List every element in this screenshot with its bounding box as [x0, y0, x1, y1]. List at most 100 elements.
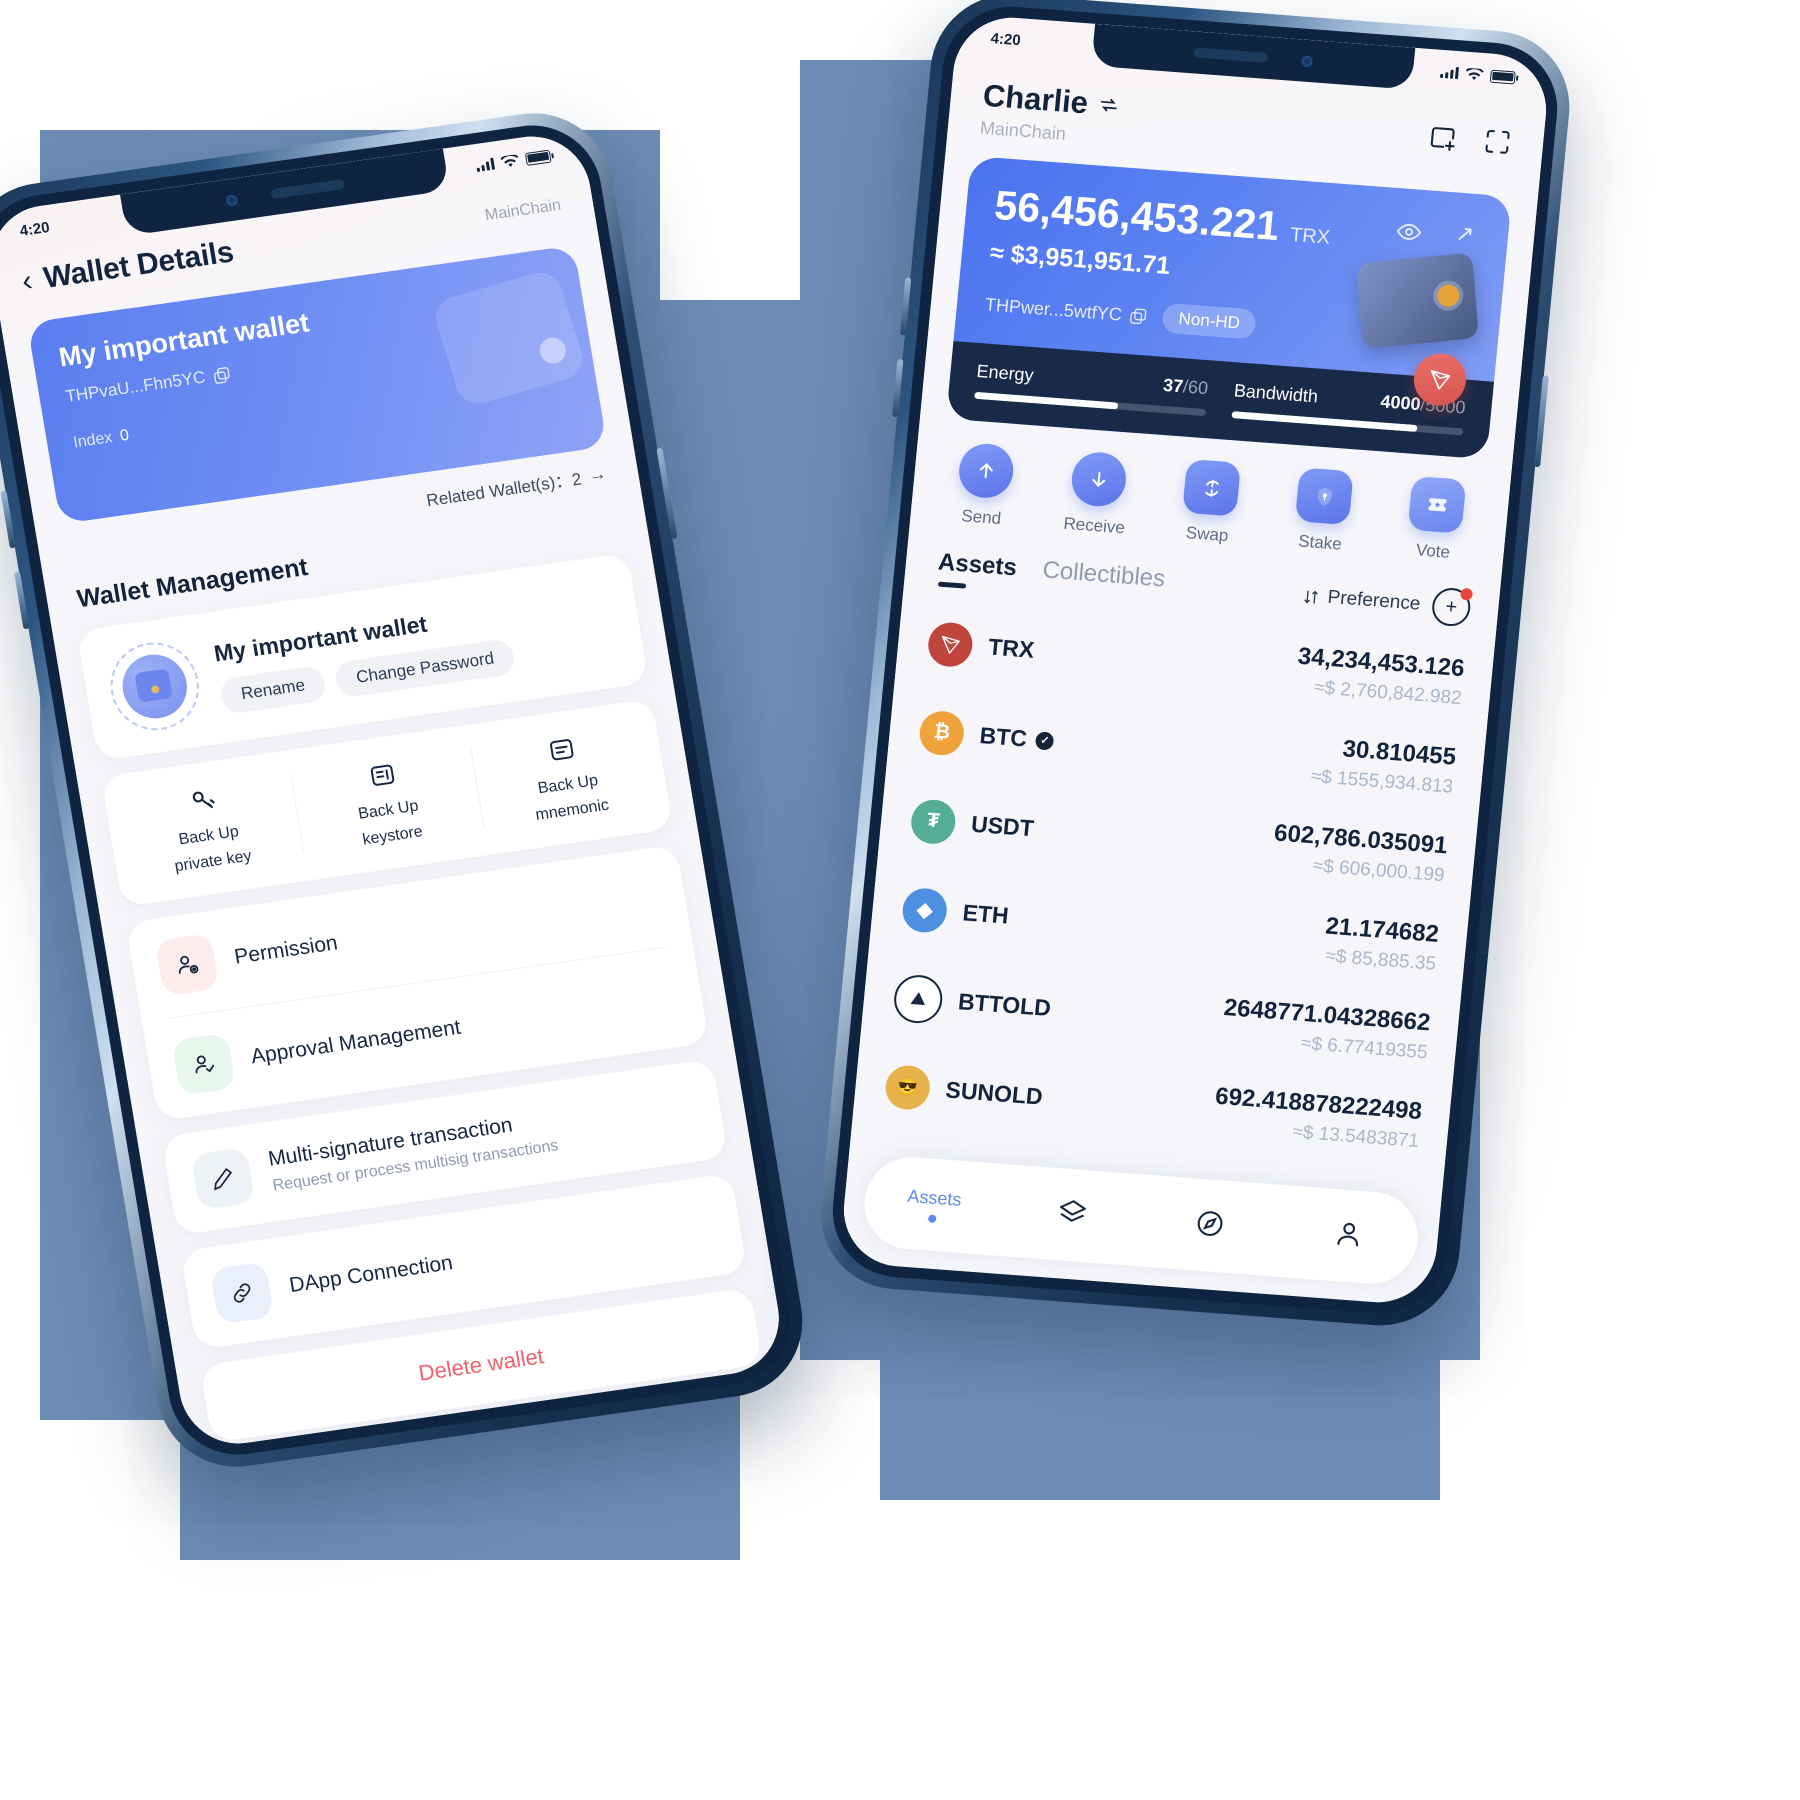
action-label-vote: Vote — [1415, 540, 1451, 562]
asset-usd: ≈$ 85,885.35 — [1324, 945, 1437, 975]
battery-icon — [1489, 69, 1516, 84]
backup-mnemonic-button[interactable]: Back Up mnemonic — [469, 717, 664, 833]
balance-unit: TRX — [1289, 224, 1332, 249]
action-label-receive: Receive — [1062, 513, 1126, 538]
arrow-up-icon — [956, 441, 1016, 500]
phone-right: 4:20 Charlie MainChain ↗ 56,456,453.221 … — [813, 0, 1577, 1332]
asset-symbol: SUNOLD — [944, 1076, 1044, 1110]
bandwidth-progress — [1231, 411, 1418, 433]
approval-icon — [171, 1032, 237, 1096]
status-time: 4:20 — [989, 29, 1022, 49]
bandwidth-value: 4000 — [1379, 391, 1422, 415]
asset-symbol: ETH — [961, 899, 1010, 929]
status-badge: Non-HD — [1161, 302, 1258, 340]
add-wallet-icon[interactable] — [1426, 121, 1460, 154]
left-volume-up[interactable] — [0, 490, 16, 549]
menu-label-permission: Permission — [232, 931, 340, 969]
tab-assets[interactable]: Assets — [936, 549, 1018, 595]
wallet-address-row[interactable]: THPwer...5wtfYC — [984, 294, 1148, 327]
backup-keystore-button[interactable]: Back Up keystore — [289, 743, 484, 859]
tron-logo-icon — [926, 620, 975, 668]
asset-amount: 21.174682 — [1324, 912, 1441, 948]
tabbar-item-assets[interactable]: Assets — [863, 1182, 1004, 1227]
cellular-signal-icon — [475, 157, 496, 173]
tabbar-item-layers[interactable] — [1001, 1192, 1143, 1239]
profile-icon — [1337, 1222, 1358, 1246]
preference-button[interactable]: Preference — [1302, 585, 1421, 616]
action-send[interactable]: Send — [924, 440, 1045, 532]
swap-icon — [1182, 458, 1242, 517]
rename-button[interactable]: Rename — [218, 664, 328, 715]
account-switcher[interactable]: Charlie — [981, 78, 1121, 124]
wallet-3d-illustration — [1356, 252, 1479, 350]
left-volume-down[interactable] — [13, 571, 30, 630]
menu-label-approval-management: Approval Management — [249, 1015, 463, 1069]
asset-usd: ≈$ 1555,934.813 — [1309, 766, 1455, 798]
layers-icon — [1059, 1199, 1086, 1222]
tabbar-item-explore[interactable] — [1139, 1202, 1281, 1249]
right-power[interactable] — [1534, 375, 1549, 468]
index-value: 0 — [118, 426, 131, 445]
arrow-right-icon: → — [587, 463, 608, 485]
action-stake[interactable]: Stake — [1263, 465, 1384, 557]
tabbar-label-assets: Assets — [906, 1185, 963, 1210]
cellular-signal-icon — [1439, 66, 1460, 80]
back-button[interactable]: ‹ — [19, 264, 34, 298]
action-receive[interactable]: Receive — [1037, 448, 1158, 540]
action-swap[interactable]: Swap — [1150, 457, 1271, 549]
energy-max: /60 — [1182, 376, 1210, 399]
backup-private-key-button[interactable]: Back Up private key — [110, 768, 305, 884]
shield-lock-icon — [1294, 467, 1355, 526]
asset-symbol: BTC — [978, 722, 1029, 752]
link-icon — [209, 1261, 275, 1325]
energy-value: 37 — [1162, 374, 1185, 397]
action-vote[interactable]: Vote — [1375, 474, 1496, 566]
copy-icon[interactable] — [1129, 307, 1148, 325]
status-time: 4:20 — [18, 218, 51, 240]
pencil-icon — [190, 1147, 256, 1211]
bandwidth-label: Bandwidth — [1233, 380, 1319, 407]
asset-list: TRX 34,234,453.126 ≈$ 2,760,842.982 ₿ BT… — [852, 586, 1497, 1172]
asset-symbol: USDT — [970, 810, 1035, 842]
explore-icon — [1197, 1210, 1223, 1236]
permission-icon — [154, 933, 220, 997]
copy-icon[interactable] — [212, 365, 232, 384]
avatar[interactable] — [103, 636, 206, 737]
balance-amount: 56,456,453.221 — [992, 181, 1282, 250]
tabbar-item-profile[interactable] — [1277, 1212, 1419, 1259]
chain-label: MainChain — [483, 196, 563, 225]
bittorrent-logo-icon: ⛰ — [892, 972, 945, 1025]
resource-energy: Energy 37/60 — [974, 360, 1210, 417]
battery-icon — [524, 149, 552, 166]
arrow-down-icon — [1069, 450, 1129, 509]
ethereum-logo-icon: ◆ — [900, 886, 949, 934]
energy-label: Energy — [975, 360, 1035, 386]
sun-logo-icon: 😎 — [883, 1063, 932, 1111]
arrow-up-right-icon[interactable]: ↗ — [1454, 220, 1475, 247]
scan-qr-icon[interactable] — [1481, 125, 1515, 158]
wallet-address: THPwer...5wtfYC — [984, 293, 1123, 325]
wallet-address: THPvaU...Fhn5YC — [64, 367, 207, 407]
action-label-stake: Stake — [1297, 531, 1343, 554]
account-name: Charlie — [981, 77, 1090, 121]
balance-card: ↗ 56,456,453.221 TRX ≈ $3,951,951.71 THP… — [945, 155, 1512, 460]
tether-logo-icon: ₮ — [909, 797, 958, 845]
switch-account-icon[interactable] — [1097, 93, 1121, 117]
active-dot — [928, 1213, 937, 1223]
add-token-icon[interactable]: + — [1430, 586, 1473, 628]
energy-progress — [974, 391, 1119, 410]
wifi-icon — [1465, 67, 1484, 80]
wifi-icon — [500, 153, 519, 167]
asset-amount: 30.810455 — [1341, 735, 1458, 771]
asset-symbol: BTTOLD — [956, 988, 1053, 1022]
eye-icon[interactable] — [1395, 218, 1423, 246]
action-label-swap: Swap — [1185, 523, 1230, 546]
verified-icon: ✓ — [1035, 730, 1055, 751]
action-label-send: Send — [960, 506, 1003, 529]
ticket-icon — [1407, 475, 1467, 534]
wallet-avatar-icon — [117, 650, 192, 723]
bitcoin-logo-icon: ₿ — [917, 709, 966, 757]
asset-symbol: TRX — [987, 633, 1036, 663]
bottom-tab-bar: Assets — [860, 1153, 1422, 1287]
scene: 4:20 ‹ Wallet Details MainChain My impor… — [0, 0, 1800, 1800]
